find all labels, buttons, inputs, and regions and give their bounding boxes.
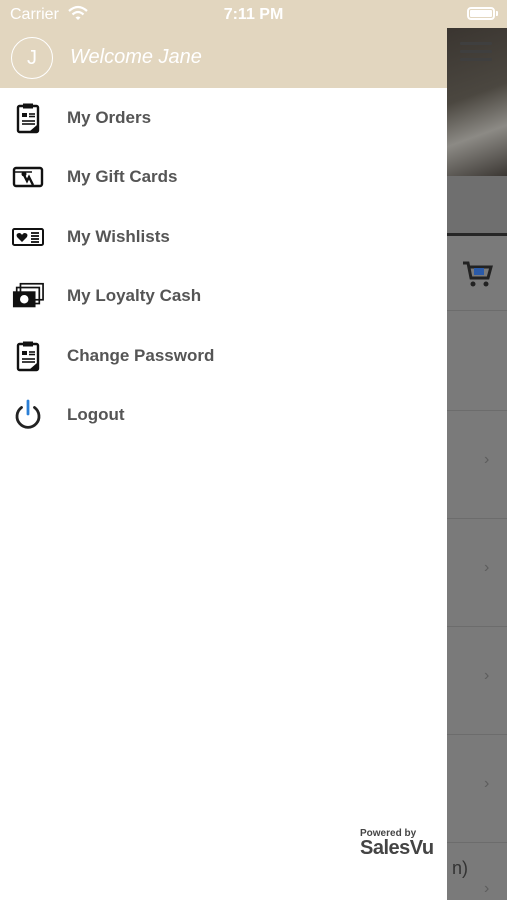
- list-divider: [447, 626, 507, 627]
- powered-by-logo: Powered by SalesVu: [360, 828, 440, 862]
- side-drawer: J Welcome Jane My Orders My Gift Cards M…: [0, 28, 447, 900]
- partial-item-text: n): [452, 858, 469, 878]
- category-underline: [447, 233, 507, 236]
- menu-item-logout[interactable]: Logout: [0, 385, 447, 444]
- menu-item-my-wishlists[interactable]: My Wishlists: [0, 207, 447, 266]
- menu-item-label: Logout: [67, 404, 125, 424]
- menu-item-my-gift-cards[interactable]: My Gift Cards: [0, 147, 447, 206]
- menu-item-label: My Wishlists: [67, 226, 170, 246]
- battery-icon: [467, 7, 495, 20]
- hamburger-menu-icon[interactable]: [460, 42, 492, 64]
- menu-item-my-loyalty-cash[interactable]: My Loyalty Cash: [0, 266, 447, 325]
- list-divider: [447, 518, 507, 519]
- status-bar: Carrier 7:11 PM: [0, 0, 507, 28]
- welcome-text: Welcome Jane: [70, 46, 202, 68]
- chevron-right-icon: ›: [484, 559, 490, 576]
- chevron-right-icon: ›: [484, 667, 490, 684]
- list-divider: [447, 734, 507, 735]
- menu-item-my-orders[interactable]: My Orders: [0, 88, 447, 147]
- list-divider: [447, 310, 507, 311]
- clipboard-icon: [16, 103, 40, 134]
- cart-icon[interactable]: [462, 260, 494, 288]
- clipboard-icon: [16, 341, 40, 371]
- chevron-right-icon: ›: [484, 451, 490, 468]
- chevron-right-icon: ›: [484, 775, 490, 792]
- wishlist-icon: [12, 227, 44, 246]
- gift-card-icon: [12, 167, 44, 188]
- avatar[interactable]: J: [11, 37, 53, 79]
- power-icon: [15, 399, 41, 429]
- chevron-right-icon: ›: [484, 880, 490, 897]
- list-divider: [447, 410, 507, 411]
- battery-tip: [496, 11, 498, 16]
- brand-name: SalesVu: [360, 837, 434, 859]
- drawer-menu: My Orders My Gift Cards My Wishlists My …: [0, 88, 447, 444]
- menu-item-label: My Gift Cards: [67, 167, 178, 187]
- category-bar: [447, 176, 507, 234]
- clock: 7:11 PM: [223, 6, 284, 23]
- menu-item-label: My Loyalty Cash: [67, 286, 202, 306]
- list-divider: [447, 842, 507, 843]
- menu-item-change-password[interactable]: Change Password: [0, 326, 447, 385]
- drawer-header: J Welcome Jane: [0, 28, 447, 88]
- menu-item-label: My Orders: [67, 108, 152, 127]
- cash-stack-icon: [12, 283, 44, 308]
- menu-item-label: Change Password: [67, 345, 215, 365]
